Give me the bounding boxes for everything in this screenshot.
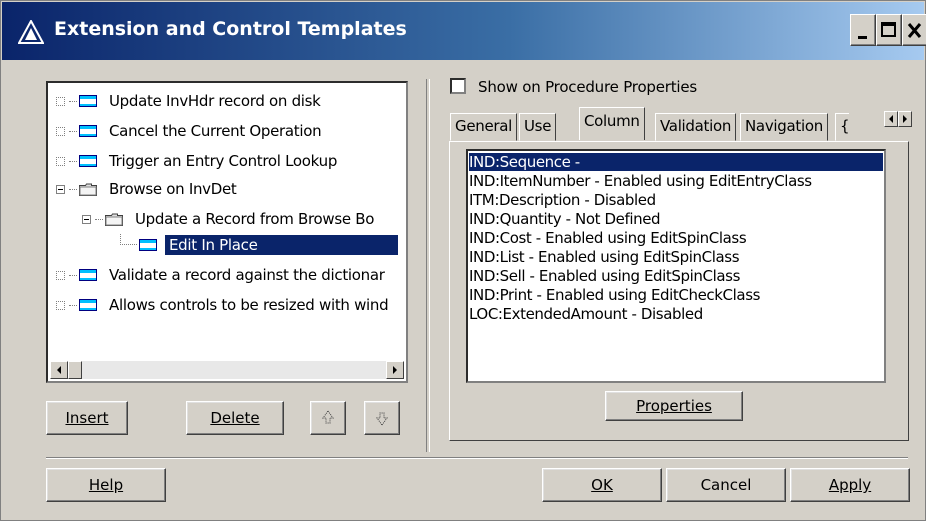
list-item[interactable]: IND:List - Enabled using EditSpinClass (469, 248, 883, 266)
tree-item-label: Update a Record from Browse Bo (135, 210, 375, 228)
app-logo-icon (18, 20, 44, 44)
window-title: Extension and Control Templates (54, 18, 407, 40)
minimize-icon (858, 36, 867, 39)
tree-item[interactable]: Update a Record from Browse Bo (82, 207, 378, 231)
tree-item[interactable]: Update InvHdr record on disk (56, 89, 325, 113)
tree-item[interactable]: Cancel the Current Operation (56, 119, 325, 143)
list-item[interactable]: ITM:Description - Disabled (469, 191, 883, 209)
tree-item[interactable]: Browse on InvDet (56, 177, 241, 201)
show-on-procedure-properties-checkbox[interactable] (450, 78, 466, 94)
tree-item-label: Browse on InvDet (109, 180, 237, 198)
tree-node-spacer (56, 126, 65, 136)
arrow-right-icon (393, 366, 397, 374)
tree-item-label: Validate a record against the dictionar (109, 266, 385, 284)
collapse-toggle-icon[interactable] (56, 184, 65, 194)
tree-item-label: Trigger an Entry Control Lookup (109, 152, 338, 170)
delete-button[interactable]: Delete (186, 401, 284, 435)
horizontal-divider (46, 457, 908, 459)
help-button[interactable]: Help (46, 468, 166, 502)
list-item[interactable]: IND:Cost - Enabled using EditSpinClass (469, 229, 883, 247)
tab-label: General (455, 117, 513, 135)
insert-button-label: Insert (65, 409, 109, 427)
list-item[interactable]: IND:Quantity - Not Defined (469, 210, 883, 228)
tab-column[interactable]: Column (579, 107, 645, 140)
arrow-left-icon (57, 366, 61, 374)
folder-icon (105, 213, 123, 226)
tree-item-label: Update InvHdr record on disk (109, 92, 321, 110)
tab-navigation[interactable]: Navigation (740, 113, 828, 141)
tree-item[interactable]: Trigger an Entry Control Lookup (56, 149, 341, 173)
tree-item-label: Cancel the Current Operation (109, 122, 322, 140)
ok-button-label: OK (591, 476, 613, 494)
move-down-icon (376, 412, 388, 426)
tab-label: Column (584, 112, 640, 130)
tree-node-spacer (56, 270, 65, 280)
column-list[interactable]: IND:Sequence - IND:ItemNumber - Enabled … (466, 149, 886, 383)
close-button[interactable] (902, 14, 926, 46)
maximize-icon (881, 22, 896, 37)
move-down-button[interactable] (364, 401, 400, 435)
show-on-procedure-properties-label: Show on Procedure Properties (478, 78, 698, 96)
tab-label: Validation (660, 117, 732, 135)
list-item[interactable]: LOC:ExtendedAmount - Disabled (469, 305, 883, 323)
tab-label: Navigation (745, 117, 823, 135)
tree-item-selected[interactable]: Edit In Place (120, 233, 398, 257)
vertical-divider (426, 79, 430, 452)
tab-label: { (840, 117, 850, 135)
close-icon (907, 23, 922, 38)
apply-button[interactable]: Apply (790, 468, 910, 502)
title-bar[interactable]: Extension and Control Templates (2, 2, 926, 60)
cancel-button-label: Cancel (700, 476, 752, 494)
list-item[interactable]: IND:ItemNumber - Enabled using EditEntry… (469, 172, 883, 190)
tab-label: Use (524, 117, 552, 135)
properties-button[interactable]: Properties (605, 391, 743, 421)
tree-node-spacer (56, 300, 65, 310)
window-icon (79, 155, 97, 167)
minimize-button[interactable] (850, 14, 876, 46)
scroll-right-button[interactable] (386, 361, 404, 379)
window-icon (79, 125, 97, 137)
tree-item[interactable]: Validate a record against the dictionar (56, 263, 389, 287)
tree-node-spacer (56, 156, 65, 166)
tab-scroll-left[interactable] (884, 111, 898, 127)
delete-button-label: Delete (210, 409, 260, 427)
move-up-button[interactable] (310, 401, 346, 435)
tab-use[interactable]: Use (519, 113, 557, 141)
collapse-toggle-icon[interactable] (82, 214, 91, 224)
tree-horizontal-scrollbar[interactable] (50, 361, 404, 379)
folder-icon (79, 183, 97, 196)
window-icon (79, 299, 97, 311)
tab-validation[interactable]: Validation (655, 113, 737, 141)
tab-scroll-right[interactable] (898, 111, 912, 127)
scroll-thumb[interactable] (68, 361, 82, 379)
extension-templates-dialog: Extension and Control Templates Update I… (0, 0, 926, 521)
scroll-left-button[interactable] (50, 361, 68, 379)
tree-item-label: Edit In Place (165, 235, 398, 255)
tab-overflow[interactable]: { (835, 113, 850, 141)
ok-button[interactable]: OK (542, 468, 662, 502)
list-item[interactable]: IND:Sequence - (469, 153, 883, 171)
list-item[interactable]: IND:Print - Enabled using EditCheckClass (469, 286, 883, 304)
list-item[interactable]: IND:Sell - Enabled using EditSpinClass (469, 267, 883, 285)
window-icon (79, 95, 97, 107)
tree-item-label: Allows controls to be resized with wind (109, 296, 389, 314)
arrow-left-icon (889, 115, 893, 123)
tree-item[interactable]: Allows controls to be resized with wind (56, 293, 392, 317)
template-tree[interactable]: Update InvHdr record on disk Cancel the … (46, 81, 408, 383)
insert-button[interactable]: Insert (46, 401, 128, 435)
tab-general[interactable]: General (450, 113, 518, 141)
cancel-button[interactable]: Cancel (666, 468, 786, 502)
maximize-button[interactable] (876, 14, 902, 46)
move-up-icon (322, 410, 334, 424)
help-button-label: Help (88, 476, 124, 494)
properties-button-label: Properties (636, 397, 712, 415)
tree-node-spacer (56, 96, 65, 106)
apply-button-label: Apply (828, 476, 872, 494)
arrow-right-icon (903, 115, 907, 123)
tab-scroll-arrows[interactable] (884, 111, 912, 129)
window-icon (139, 239, 157, 251)
window-icon (79, 269, 97, 281)
